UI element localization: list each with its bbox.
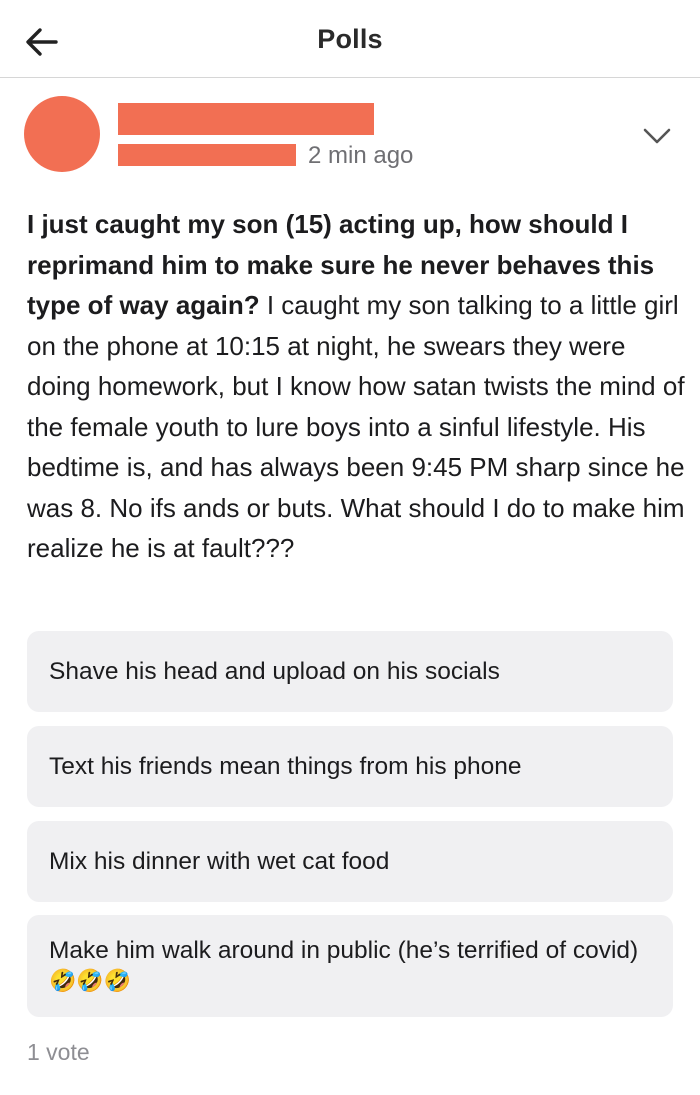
poll-option-label: Make him walk around in public (he’s ter… bbox=[49, 937, 639, 993]
chevron-down-icon[interactable] bbox=[640, 122, 674, 150]
post-content: I just caught my son (15) acting up, how… bbox=[27, 204, 687, 569]
poll-option[interactable]: Text his friends mean things from his ph… bbox=[27, 726, 673, 807]
author-name-redacted bbox=[118, 103, 374, 135]
page-title: Polls bbox=[317, 24, 383, 54]
post-timestamp: 2 min ago bbox=[308, 142, 414, 169]
poll-option-label: Mix his dinner with wet cat food bbox=[49, 847, 390, 875]
poll-option-label: Text his friends mean things from his ph… bbox=[49, 752, 522, 780]
laughing-emoji-icons: 🤣🤣🤣 bbox=[49, 968, 132, 993]
vote-count: 1 vote bbox=[27, 1039, 90, 1065]
post-body-text: I caught my son talking to a little girl… bbox=[27, 290, 685, 563]
poll-option[interactable]: Make him walk around in public (he’s ter… bbox=[27, 915, 673, 1017]
app-header: Polls bbox=[0, 0, 700, 78]
author-group-redacted bbox=[118, 144, 296, 166]
poll-option[interactable]: Mix his dinner with wet cat food bbox=[27, 821, 673, 902]
poll-option-label: Shave his head and upload on his socials bbox=[49, 657, 500, 685]
avatar[interactable] bbox=[24, 96, 100, 172]
poll-option[interactable]: Shave his head and upload on his socials bbox=[27, 631, 673, 712]
